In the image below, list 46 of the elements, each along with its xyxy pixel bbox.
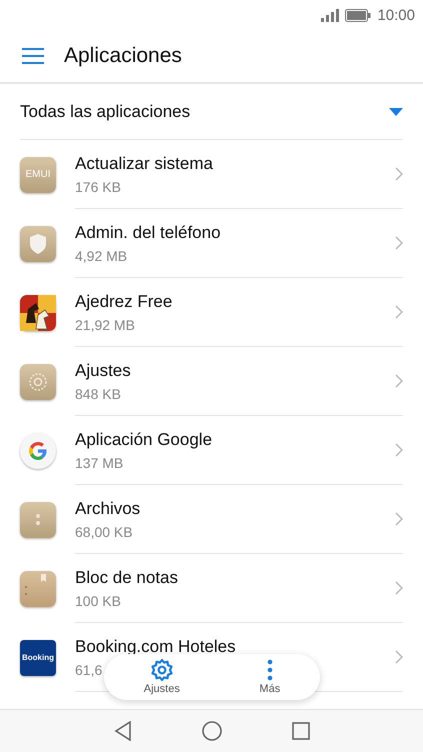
chevron-icon xyxy=(395,236,403,250)
app-size: 848 KB xyxy=(75,386,121,402)
filter-dropdown[interactable]: Todas las aplicaciones xyxy=(20,102,190,122)
system-update-icon: EMUI xyxy=(20,156,56,192)
chevron-icon xyxy=(395,443,403,457)
google-icon xyxy=(20,432,56,468)
gear-icon xyxy=(20,364,56,400)
app-name[interactable]: Admin. del teléfono xyxy=(75,222,395,242)
app-name[interactable]: Booking.com Hoteles xyxy=(75,636,395,656)
app-name[interactable]: Bloc de notas xyxy=(75,568,395,588)
chevron-icon xyxy=(395,581,403,595)
app-name[interactable]: Actualizar sistema xyxy=(75,154,395,174)
more-button[interactable]: Más xyxy=(251,659,288,695)
menu-icon[interactable] xyxy=(22,48,44,64)
app-name[interactable]: Aplicación Google xyxy=(75,430,395,450)
recents-icon[interactable] xyxy=(292,722,310,740)
settings-button[interactable]: Ajustes xyxy=(136,659,188,695)
back-icon[interactable] xyxy=(114,721,132,741)
chess-knight-icon xyxy=(20,294,56,330)
signal-icon xyxy=(321,8,340,22)
app-size: 137 MB xyxy=(75,454,124,470)
box-icon xyxy=(20,502,56,538)
chevron-icon xyxy=(395,512,403,526)
app-name[interactable]: Ajedrez Free xyxy=(75,292,395,312)
app-name[interactable]: Archivos xyxy=(75,498,395,518)
app-size: 21,92 MB xyxy=(75,316,135,332)
booking-icon: Booking xyxy=(20,640,56,676)
settings-icon xyxy=(150,659,173,681)
screen-title: Aplicaciones xyxy=(64,44,182,68)
app-size: 100 KB xyxy=(75,592,121,608)
clock: 10:00 xyxy=(377,6,415,24)
app-size: 68,00 KB xyxy=(75,524,133,540)
chevron-icon xyxy=(395,305,403,319)
app-name[interactable]: Ajustes xyxy=(75,360,395,380)
home-icon[interactable] xyxy=(202,721,222,741)
notebook-icon xyxy=(20,570,56,606)
chevron-icon xyxy=(395,650,403,664)
app-size: 4,92 MB xyxy=(75,248,128,264)
chevron-icon xyxy=(395,167,403,181)
more-icon xyxy=(266,659,273,681)
shield-icon xyxy=(20,226,56,262)
chevron-icon xyxy=(395,374,403,388)
app-size: 176 KB xyxy=(75,178,121,194)
battery-icon xyxy=(345,8,372,22)
dropdown-icon[interactable] xyxy=(389,108,403,116)
app-size: 61,6 xyxy=(75,662,102,678)
